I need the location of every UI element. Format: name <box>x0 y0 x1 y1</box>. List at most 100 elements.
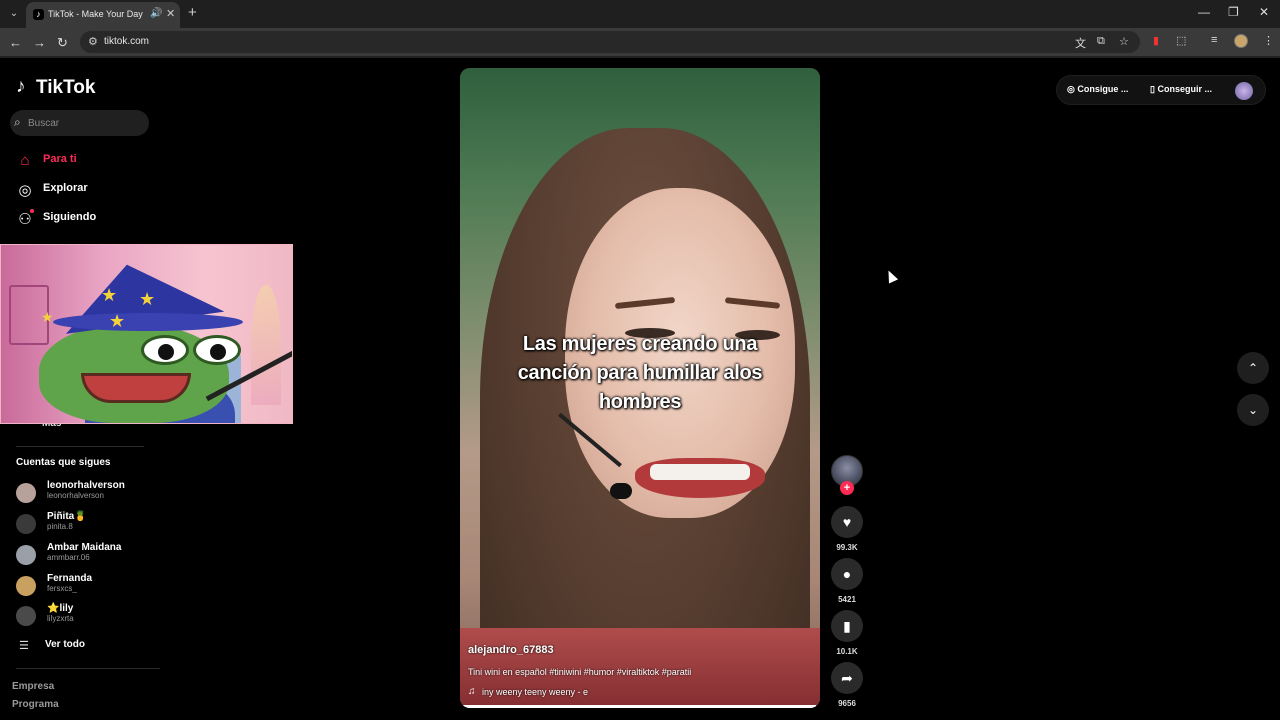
get-app-button[interactable]: ▯ Conseguir ... <box>1150 84 1212 95</box>
notification-dot <box>30 209 34 213</box>
reading-list-icon[interactable]: ≡ <box>1211 34 1217 46</box>
search-box[interactable]: ⌕ <box>10 110 149 136</box>
previous-video-button[interactable]: ⌃ <box>1237 352 1269 384</box>
extensions-icon[interactable]: ⬚ <box>1176 34 1186 47</box>
following-account[interactable]: ⭐lily lilyzxrta <box>16 603 196 631</box>
back-icon[interactable]: ← <box>9 35 22 50</box>
see-all-label: Ver todo <box>45 639 86 650</box>
window-close-icon[interactable]: ✕ <box>1259 5 1269 19</box>
sidebar-divider <box>16 668 160 669</box>
following-title: Cuentas que sigues <box>16 457 111 468</box>
address-bar[interactable]: ⚙ tiktok.com 文 ⧉ ☆ <box>80 31 1140 53</box>
reload-icon[interactable]: ↻ <box>57 35 68 51</box>
get-coins-label: Consigue ... <box>1077 84 1129 94</box>
video-description[interactable]: Tini wini en español #tiniwini #humor #v… <box>468 667 691 677</box>
see-all-button[interactable]: ☰ Ver todo <box>16 638 166 654</box>
follow-plus-icon[interactable]: + <box>840 481 854 495</box>
webcam-overlay: ★ ★ ★ ★ <box>0 244 293 424</box>
share-button[interactable]: ➦ <box>831 662 863 694</box>
home-icon: ⌂ <box>20 152 30 169</box>
media-icon[interactable]: ▮ <box>1153 34 1159 47</box>
avatar[interactable] <box>16 483 36 503</box>
list-icon: ☰ <box>19 640 29 652</box>
top-right-actions: ◎ Consigue ... ▯ Conseguir ... <box>1056 75 1266 105</box>
sidebar-divider <box>16 446 144 447</box>
video-progress-bar[interactable] <box>460 705 820 708</box>
following-account[interactable]: Ambar Maidana ammbarr.06 <box>16 542 196 570</box>
account-username: pinita.8 <box>47 522 73 531</box>
restore-icon[interactable]: ❐ <box>1228 5 1239 19</box>
bookmark-icon: ▮ <box>843 618 851 634</box>
video-caption-overlay: Las mujeres creando una canción para hum… <box>517 333 763 413</box>
account-username: leonorhalverson <box>47 491 104 500</box>
screen: ⌄ ♪ TikTok - Make Your Day 🔊 ✕ + — ❐ ✕ ←… <box>0 0 1280 720</box>
video-frame <box>610 483 632 499</box>
avatar[interactable] <box>16 576 36 596</box>
share-icon: ➦ <box>841 670 853 686</box>
account-name: ⭐lily <box>47 603 74 614</box>
footer-link-company[interactable]: Empresa <box>12 681 54 692</box>
search-input[interactable] <box>28 113 143 133</box>
get-coins-button[interactable]: ◎ Consigue ... <box>1067 84 1128 95</box>
footer-link-program[interactable]: Programa <box>12 699 59 710</box>
nav-following[interactable]: ⚇ Siguiendo <box>16 208 216 230</box>
video-player[interactable]: Las mujeres creando una canción para hum… <box>460 68 820 708</box>
heart-icon: ♥ <box>842 514 852 530</box>
video-progress-fill <box>460 705 817 708</box>
tab-search-icon[interactable]: ⌄ <box>6 6 22 22</box>
lamp-graphic <box>251 285 281 405</box>
close-icon[interactable]: ✕ <box>166 7 175 20</box>
like-count: 99.3K <box>836 543 858 552</box>
comment-button[interactable]: ● <box>831 558 863 590</box>
video-frame <box>650 464 750 480</box>
comment-count: 5421 <box>838 595 856 604</box>
star-graphic: ★ <box>109 311 126 331</box>
avatar[interactable] <box>16 606 36 626</box>
avatar[interactable] <box>16 514 36 534</box>
account-name: Piñita🍍 <box>47 511 87 522</box>
music-note-icon: ♫ <box>468 686 476 697</box>
account-username: ammbarr.06 <box>47 553 90 562</box>
like-button[interactable]: ♥ <box>831 506 863 538</box>
browser-tab[interactable]: ♪ TikTok - Make Your Day 🔊 ✕ <box>26 2 180 28</box>
account-username: lilyzxrta <box>47 614 74 623</box>
video-author[interactable]: alejandro_67883 <box>468 644 554 656</box>
tiktok-note-icon: ♪ <box>16 76 26 97</box>
account-name: Ambar Maidana <box>47 542 122 553</box>
star-icon[interactable]: ☆ <box>1119 35 1129 48</box>
following-account[interactable]: Fernanda fersxcs_ <box>16 573 196 601</box>
frog-eye-graphic <box>141 335 189 365</box>
nav-label: Siguiendo <box>43 211 97 223</box>
profile-icon[interactable] <box>1234 34 1248 48</box>
translate-icon[interactable]: 文 <box>1075 35 1086 51</box>
minimize-icon[interactable]: — <box>1198 5 1210 19</box>
forward-icon[interactable]: → <box>33 35 46 50</box>
save-count: 10.1K <box>836 647 858 656</box>
next-video-button[interactable]: ⌄ <box>1237 394 1269 426</box>
comment-icon: ● <box>842 566 852 582</box>
following-account[interactable]: leonorhalverson leonorhalverson <box>16 480 196 508</box>
user-avatar[interactable] <box>1235 82 1253 100</box>
video-music[interactable]: iny weeny teeny weeny - e <box>482 687 588 697</box>
account-username: fersxcs_ <box>47 584 77 593</box>
avatar[interactable] <box>16 545 36 565</box>
nav-for-you[interactable]: ⌂ Para ti <box>16 150 216 172</box>
new-tab-button[interactable]: + <box>188 4 197 21</box>
site-info-icon[interactable]: ⚙ <box>88 35 98 48</box>
search-icon[interactable]: ⌕ <box>14 115 21 130</box>
install-app-icon[interactable]: ⧉ <box>1097 35 1105 48</box>
audio-icon[interactable]: 🔊 <box>150 8 162 19</box>
url-text[interactable]: tiktok.com <box>104 36 149 47</box>
following-account[interactable]: Piñita🍍 pinita.8 <box>16 511 196 539</box>
coin-icon: ◎ <box>1067 84 1078 94</box>
frog-eye-graphic <box>193 335 241 365</box>
save-button[interactable]: ▮ <box>831 610 863 642</box>
compass-icon: ◎ <box>18 182 32 199</box>
browser-toolbar: ← → ↻ ⚙ tiktok.com 文 ⧉ ☆ ▮ ⬚ ≡ ⋮ <box>0 28 1280 56</box>
logo-text: TikTok <box>36 77 96 98</box>
nav-explore[interactable]: ◎ Explorar <box>16 179 216 201</box>
menu-icon[interactable]: ⋮ <box>1263 34 1274 47</box>
chevron-down-icon: ⌄ <box>1247 403 1259 417</box>
chevron-up-icon: ⌃ <box>1247 361 1259 375</box>
mouse-cursor-icon <box>883 268 899 284</box>
